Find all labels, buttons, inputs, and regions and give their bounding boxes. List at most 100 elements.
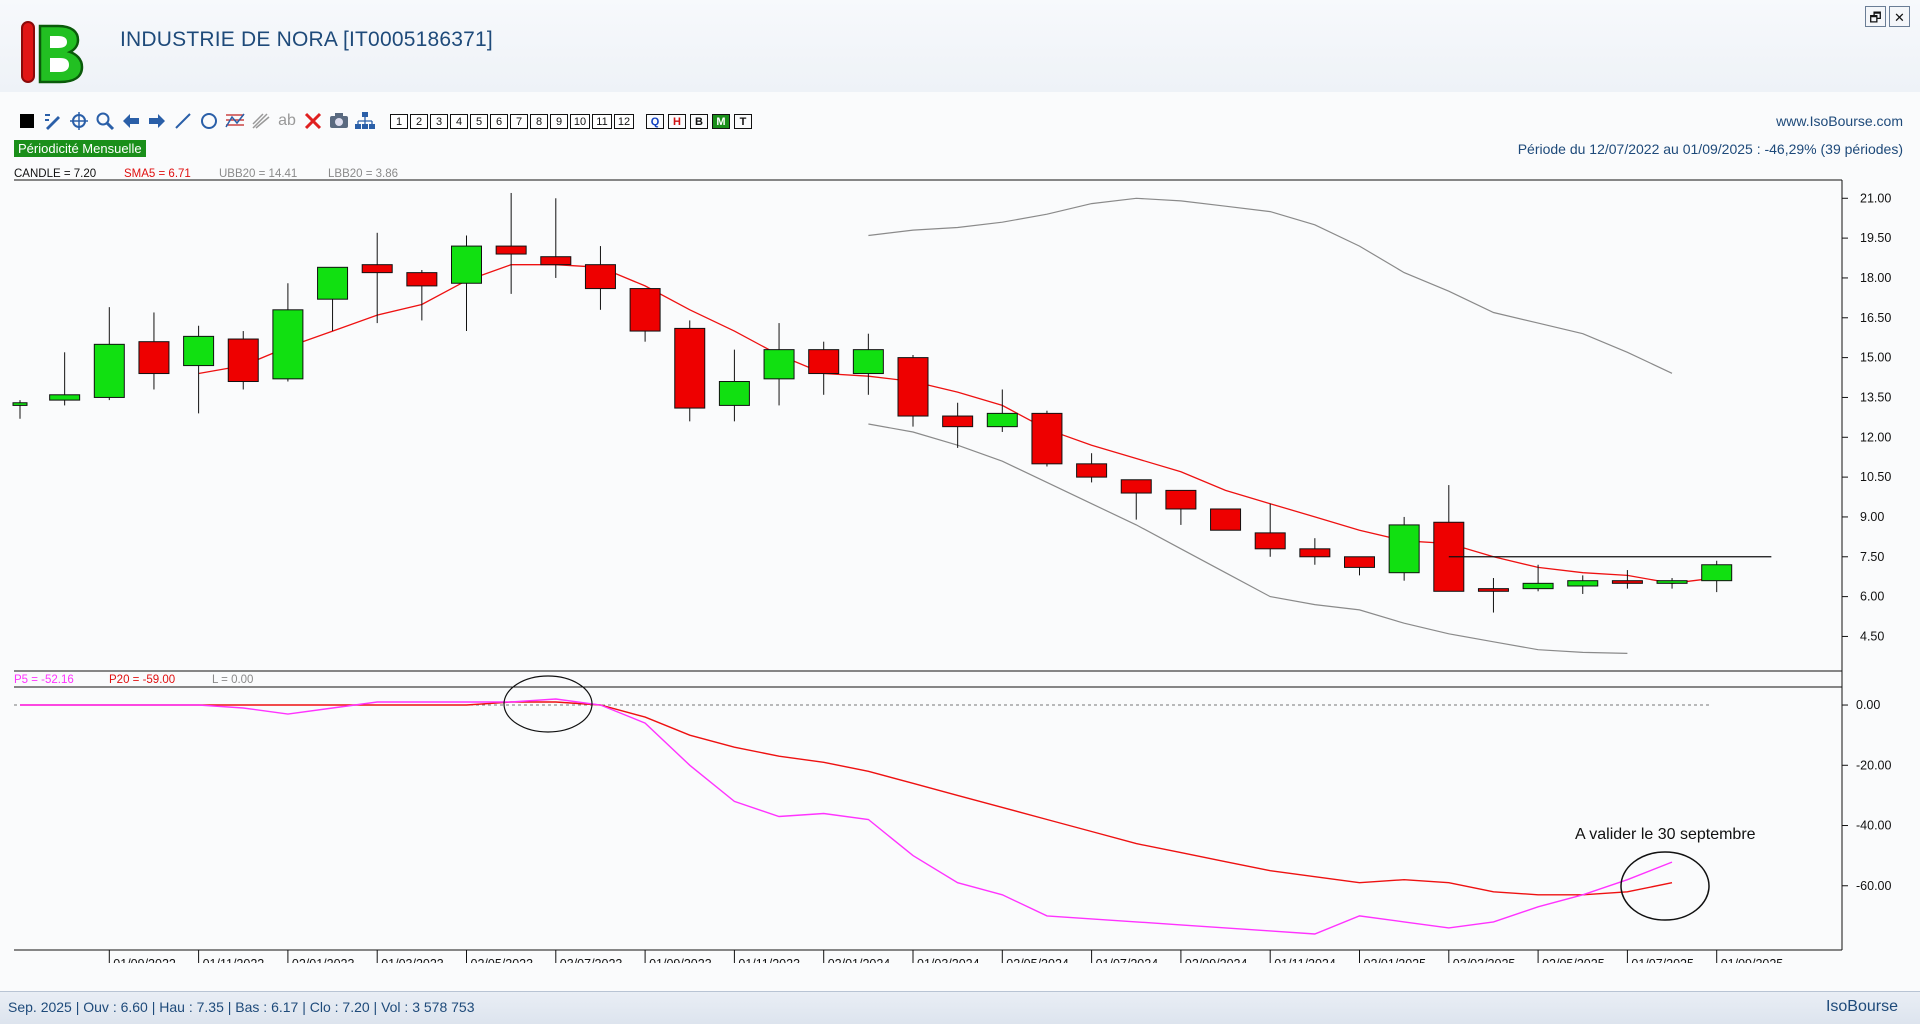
camera-icon[interactable] [326, 110, 352, 132]
candle [12, 400, 28, 419]
lower-bollinger-line [868, 423, 1628, 654]
scale-button-m[interactable]: M [712, 113, 730, 129]
candle-body [1477, 588, 1509, 592]
scale-button-h[interactable]: H [668, 113, 686, 129]
period-button-6[interactable]: 6 [490, 113, 508, 129]
x-axis-ticks: 01/09/2022 01/11/2022 02/01/2023 01/03/2023… [108, 950, 1784, 973]
candle [138, 312, 170, 390]
x-tick-label: 03/07/2023 [560, 957, 623, 963]
price-tick-label: 18.00 [1860, 271, 1891, 285]
candle [897, 354, 929, 427]
x-tick-label: 02/05/2023 [471, 957, 534, 963]
price-y-ticks: 21.00 19.50 18.00 16.50 15.00 13.50 12.00 10.50… [1842, 191, 1891, 643]
period-button-8[interactable]: 8 [530, 113, 548, 129]
candle-body [317, 266, 349, 300]
p20-line [20, 701, 1673, 896]
period-button-5[interactable]: 5 [470, 113, 488, 129]
chart-area[interactable]: CANDLE = 7.20 SMA5 = 6.71 UBB20 = 14.41 … [0, 163, 1920, 973]
candle [1701, 560, 1733, 593]
fibonacci-icon[interactable] [248, 110, 274, 132]
candle [93, 307, 125, 401]
x-tick-label: 01/09/2025 [1721, 957, 1784, 963]
scale-button-b[interactable]: B [690, 113, 708, 129]
period-button-12[interactable]: 12 [614, 113, 634, 129]
line-icon[interactable] [170, 110, 196, 132]
candle-body [629, 288, 661, 332]
candle-body [451, 245, 482, 284]
isobourse-logo [21, 21, 84, 84]
candle-body [227, 338, 259, 383]
candle [1031, 410, 1063, 467]
legend-p5: P5 = -52.16 [14, 674, 74, 686]
candle-body [1611, 580, 1643, 584]
arrow-left-icon[interactable] [118, 110, 144, 132]
delete-icon[interactable] [300, 110, 326, 132]
candle [495, 192, 527, 294]
period-button-7[interactable]: 7 [510, 113, 528, 129]
x-tick-label: 02/05/2025 [1542, 957, 1605, 963]
window-title: INDUSTRIE DE NORA [IT0005186371] [120, 28, 493, 51]
candle-body [1076, 463, 1108, 478]
candle [451, 235, 482, 332]
price-tick-label: 19.50 [1860, 231, 1891, 245]
candle-body [1254, 532, 1286, 550]
restore-button[interactable]: 🗗 [1865, 6, 1886, 27]
candle-body [540, 256, 572, 266]
legend-sma: SMA5 = 6.71 [124, 168, 191, 180]
period-button-3[interactable]: 3 [430, 113, 448, 129]
candle-body [674, 327, 706, 409]
candle-body [1701, 564, 1733, 582]
candle-body [808, 349, 840, 375]
candle [629, 288, 661, 342]
period-button-group: 1 2 3 4 5 6 7 8 9 10 11 12 [390, 113, 636, 129]
candle [1477, 578, 1509, 613]
period-button-10[interactable]: 10 [570, 113, 590, 129]
candle-body [1165, 489, 1197, 510]
candle-body [852, 349, 884, 375]
x-tick-label: 01/09/2023 [649, 957, 712, 963]
candle [1388, 516, 1420, 581]
candle [763, 323, 795, 406]
candle-body [12, 402, 28, 406]
x-tick-label: 01/11/2024 [1274, 957, 1336, 963]
upper-bollinger-line [868, 197, 1673, 374]
close-button[interactable]: ✕ [1889, 6, 1910, 27]
x-tick-label: 02/05/2024 [1006, 957, 1069, 963]
square-icon[interactable] [14, 110, 40, 132]
x-tick-label: 01/03/2024 [917, 957, 980, 963]
period-button-1[interactable]: 1 [390, 113, 408, 129]
title-bar: INDUSTRIE DE NORA [IT0005186371] 🗗 ✕ [0, 0, 1920, 92]
crossover-circle-current [1620, 851, 1710, 921]
candle-body [1567, 580, 1599, 587]
circle-icon[interactable] [196, 110, 222, 132]
candle [1165, 489, 1197, 525]
period-button-9[interactable]: 9 [550, 113, 568, 129]
candle-body [1344, 556, 1375, 568]
x-tick-label: 01/07/2024 [1096, 957, 1159, 963]
price-tick-label: 21.00 [1860, 191, 1891, 205]
candle [718, 349, 750, 422]
zoom-icon[interactable] [92, 110, 118, 132]
app-window: INDUSTRIE DE NORA [IT0005186371] 🗗 ✕ ab … [0, 0, 1920, 1024]
candle [1433, 485, 1465, 592]
chart-lines-icon[interactable] [222, 110, 248, 132]
osc-tick-label: -60.00 [1856, 879, 1891, 893]
crosshair-icon[interactable] [66, 110, 92, 132]
status-brand: IsoBourse [1825, 998, 1898, 1015]
website-link[interactable]: www.IsoBourse.com [1776, 113, 1903, 129]
osc-tick-label: -20.00 [1856, 758, 1891, 772]
chart-svg[interactable]: CANDLE = 7.20 SMA5 = 6.71 UBB20 = 14.41 … [0, 163, 1920, 973]
hierarchy-icon[interactable] [352, 110, 378, 132]
pencil-icon[interactable] [40, 110, 66, 132]
period-button-4[interactable]: 4 [450, 113, 468, 129]
scale-button-q[interactable]: Q [646, 113, 664, 129]
x-tick-label: 02/01/2025 [1364, 957, 1427, 963]
text-ab-icon[interactable]: ab [274, 110, 300, 132]
scale-button-t[interactable]: T [734, 113, 752, 129]
arrow-right-icon[interactable] [144, 110, 170, 132]
legend-p20: P20 = -59.00 [109, 674, 175, 686]
period-button-2[interactable]: 2 [410, 113, 428, 129]
candle [183, 325, 215, 414]
candle-body [138, 341, 170, 375]
period-button-11[interactable]: 11 [592, 113, 612, 129]
